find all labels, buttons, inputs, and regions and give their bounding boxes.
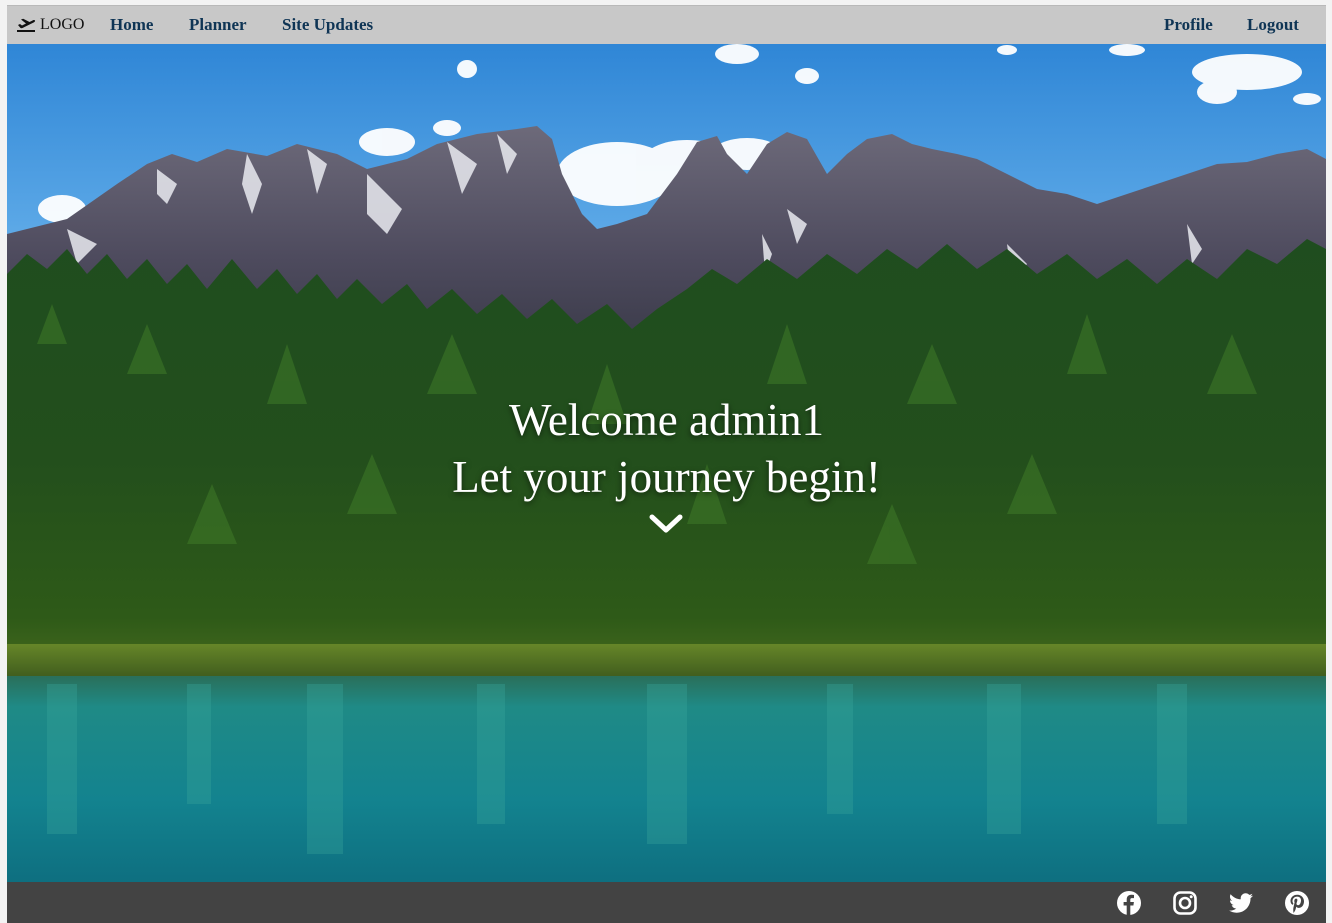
nav-home-link[interactable]: Home [110, 15, 153, 35]
app-frame: LOGO Home Planner Site Updates Profile L… [7, 5, 1326, 923]
facebook-icon[interactable] [1116, 890, 1142, 916]
instagram-icon[interactable] [1172, 890, 1198, 916]
chevron-down-icon[interactable] [648, 512, 684, 536]
welcome-heading: Welcome admin1 [508, 395, 825, 445]
tagline-heading: Let your journey begin! [452, 452, 881, 502]
airplane-departure-icon [16, 17, 36, 33]
nav-profile-link[interactable]: Profile [1164, 15, 1213, 35]
logo[interactable]: LOGO [16, 16, 84, 34]
hero-banner: Welcome admin1 Let your journey begin! [7, 44, 1326, 882]
footer [7, 882, 1326, 923]
nav-logout-link[interactable]: Logout [1247, 15, 1299, 35]
twitter-icon[interactable] [1228, 890, 1254, 916]
pinterest-icon[interactable] [1284, 890, 1310, 916]
top-navbar: LOGO Home Planner Site Updates Profile L… [7, 5, 1326, 44]
nav-planner-link[interactable]: Planner [189, 15, 247, 35]
logo-text: LOGO [40, 16, 85, 33]
nav-site-updates-link[interactable]: Site Updates [282, 15, 373, 35]
